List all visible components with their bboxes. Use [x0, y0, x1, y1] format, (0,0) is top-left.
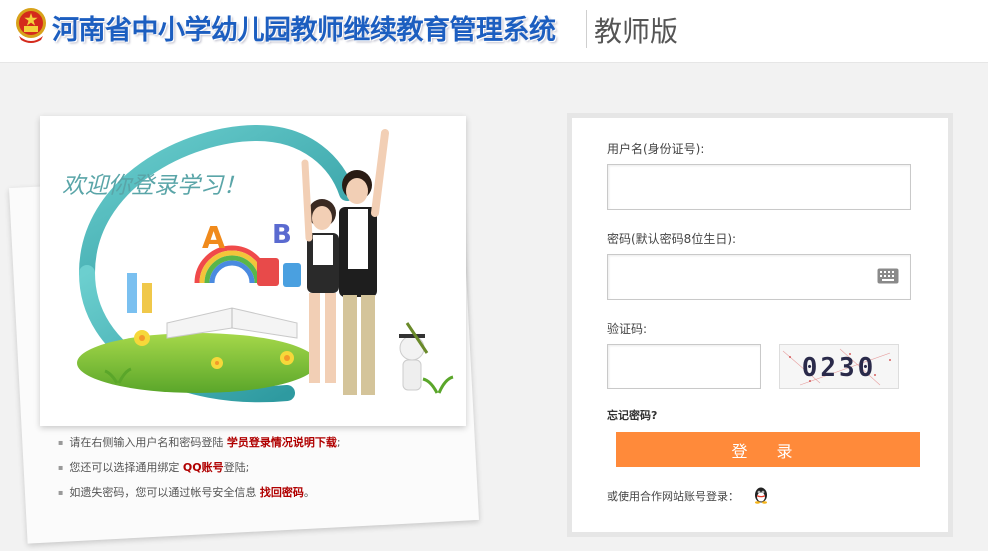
- keyboard-icon[interactable]: [877, 268, 899, 284]
- captcha-image[interactable]: 0230: [779, 344, 899, 389]
- tip-item: 如遗失密码，您可以通过帐号安全信息 找回密码。: [58, 480, 458, 505]
- download-guide-link[interactable]: 学员登录情况说明下载: [227, 436, 337, 449]
- partner-login-label: 或使用合作网站账号登录：: [607, 490, 739, 503]
- password-label: 密码(默认密码8位生日):: [607, 232, 737, 246]
- captcha-input[interactable]: [607, 344, 761, 389]
- tip-item: 请在右侧输入用户名和密码登陆 学员登录情况说明下载;: [58, 430, 458, 455]
- username-input[interactable]: [607, 164, 911, 210]
- qq-account-link[interactable]: QQ账号: [183, 461, 224, 474]
- system-title: 河南省中小学幼儿园教师继续教育管理系统: [52, 15, 556, 46]
- tip-item: 您还可以选择通用绑定 QQ账号登陆;: [58, 455, 458, 480]
- title-divider: [586, 10, 587, 48]
- login-button[interactable]: 登 录: [616, 432, 920, 467]
- header-bar: 河南省中小学幼儿园教师继续教育管理系统 教师版: [0, 0, 988, 63]
- svg-text:B: B: [272, 220, 292, 250]
- forgot-password-link[interactable]: 忘记密码?: [607, 407, 657, 423]
- national-emblem-icon: [16, 8, 46, 43]
- username-label: 用户名(身份证号):: [607, 142, 705, 156]
- svg-text:A: A: [202, 221, 226, 256]
- edition-label: 教师版: [594, 15, 679, 48]
- password-input[interactable]: [607, 254, 911, 300]
- tips-list: 请在右侧输入用户名和密码登陆 学员登录情况说明下载; 您还可以选择通用绑定 QQ…: [58, 430, 458, 505]
- captcha-label: 验证码:: [607, 322, 648, 336]
- captcha-text: 0230: [802, 353, 877, 383]
- welcome-text: 欢迎你登录学习！: [62, 173, 246, 199]
- qq-penguin-icon[interactable]: [752, 486, 770, 504]
- recover-password-link[interactable]: 找回密码: [260, 486, 304, 499]
